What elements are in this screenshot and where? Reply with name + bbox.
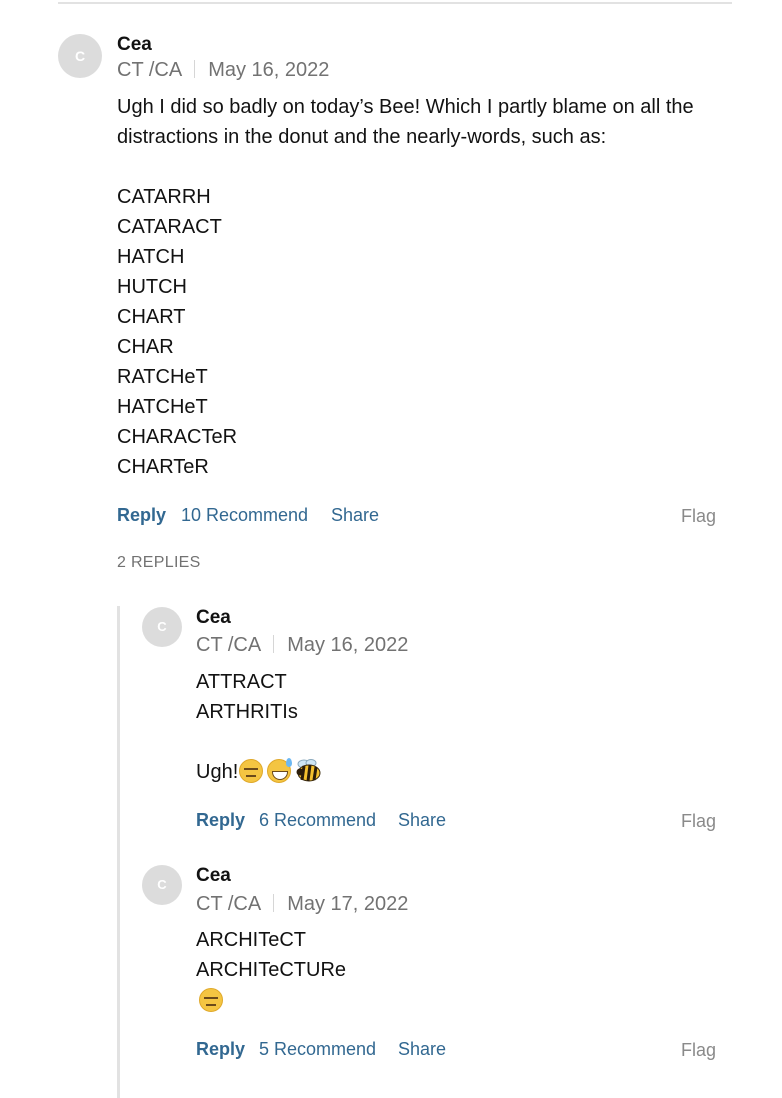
avatar[interactable]: C bbox=[142, 607, 182, 647]
reply-button[interactable]: Reply bbox=[196, 810, 245, 831]
comment-text-line: CHARACTeR bbox=[117, 426, 238, 448]
comment-meta: CT /CA May 16, 2022 bbox=[117, 59, 329, 82]
grinning-sweat-face-icon bbox=[267, 758, 293, 783]
comment-text-line: HATCH bbox=[117, 246, 185, 268]
commenter-name[interactable]: Cea bbox=[196, 607, 231, 629]
top-divider bbox=[58, 2, 732, 4]
comment-text-line: ARCHITeCT bbox=[196, 929, 307, 951]
comment-text-line: Ugh! bbox=[196, 757, 324, 787]
comment-date: May 16, 2022 bbox=[287, 634, 409, 656]
commenter-name[interactable]: Cea bbox=[117, 34, 152, 56]
meta-separator bbox=[194, 60, 196, 78]
reply-button[interactable]: Reply bbox=[117, 505, 166, 526]
share-button[interactable]: Share bbox=[331, 505, 379, 526]
comment-text-line bbox=[198, 986, 223, 1016]
meta-separator bbox=[273, 894, 275, 912]
comment-text-line: ATTRACT bbox=[196, 671, 287, 693]
recommend-button[interactable]: 6 Recommend bbox=[259, 810, 376, 831]
comment-text-line: CHART bbox=[117, 306, 186, 328]
commenter-location: CT /CA bbox=[117, 59, 183, 81]
avatar[interactable]: C bbox=[142, 865, 182, 905]
comment-text-line: CHARTeR bbox=[117, 456, 209, 478]
commenter-location: CT /CA bbox=[196, 634, 262, 656]
share-button[interactable]: Share bbox=[398, 1039, 446, 1060]
reply-button[interactable]: Reply bbox=[196, 1039, 245, 1060]
comment-text-line: Ugh I did so badly on today’s Bee! Which… bbox=[117, 96, 694, 118]
comment-text-line: RATCHeT bbox=[117, 366, 208, 388]
flag-button[interactable]: Flag bbox=[681, 1040, 716, 1061]
flag-button[interactable]: Flag bbox=[681, 506, 716, 527]
comment-text-line: CHAR bbox=[117, 336, 174, 358]
reply-thread-line bbox=[117, 606, 120, 1098]
commenter-location: CT /CA bbox=[196, 893, 262, 915]
share-button[interactable]: Share bbox=[398, 810, 446, 831]
commenter-name[interactable]: Cea bbox=[196, 865, 231, 887]
recommend-button[interactable]: 5 Recommend bbox=[259, 1039, 376, 1060]
replies-count[interactable]: 2 REPLIES bbox=[117, 554, 201, 572]
comment-text-line: HUTCH bbox=[117, 276, 187, 298]
recommend-button[interactable]: 10 Recommend bbox=[181, 505, 308, 526]
comment-text-line: ARTHRITIs bbox=[196, 701, 298, 723]
expressionless-face-icon bbox=[199, 988, 223, 1012]
comment-date: May 16, 2022 bbox=[208, 59, 330, 81]
comment-text-line: distractions in the donut and the nearly… bbox=[117, 126, 607, 148]
comment-meta: CT /CA May 17, 2022 bbox=[196, 893, 408, 916]
comment-text-line: CATARACT bbox=[117, 216, 222, 238]
comment-date: May 17, 2022 bbox=[287, 893, 409, 915]
comment-text-line: ARCHITeCTURe bbox=[196, 959, 347, 981]
honeybee-icon bbox=[296, 759, 321, 782]
meta-separator bbox=[273, 635, 275, 653]
flag-button[interactable]: Flag bbox=[681, 811, 716, 832]
avatar[interactable]: C bbox=[58, 34, 102, 78]
comment-text-line: HATCHeT bbox=[117, 396, 208, 418]
comment-text-line: CATARRH bbox=[117, 186, 211, 208]
expressionless-face-icon bbox=[239, 759, 264, 783]
comment-meta: CT /CA May 16, 2022 bbox=[196, 634, 408, 657]
comment-text: Ugh! bbox=[196, 761, 239, 783]
